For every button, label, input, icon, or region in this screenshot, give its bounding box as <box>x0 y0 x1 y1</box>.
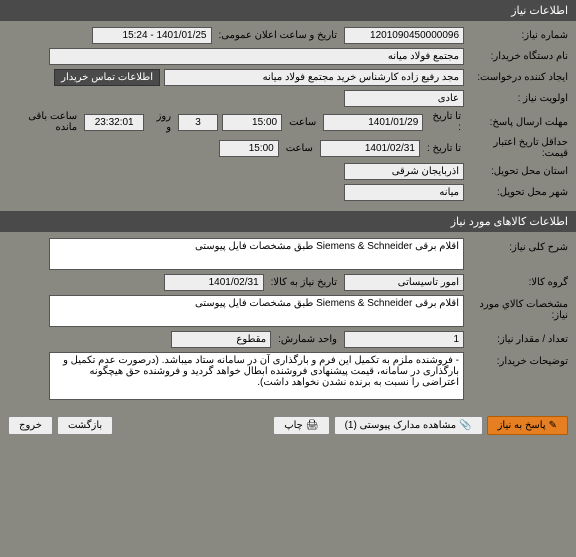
label-buyer-notes: توضیحات خریدار: <box>468 352 568 367</box>
print-button[interactable]: 🖨 چاپ <box>273 416 329 435</box>
title-bar: اطلاعات نیاز <box>0 0 576 21</box>
print-label: چاپ <box>284 420 303 431</box>
respond-label: پاسخ به نیاز <box>498 420 546 431</box>
contact-button[interactable]: اطلاعات تماس خریدار <box>54 69 160 86</box>
goods-group-field <box>344 274 464 291</box>
pencil-icon: ✎ <box>549 420 557 431</box>
label-until-date-2: تا تاریخ : <box>424 143 464 154</box>
label-need-date: تاریخ نیاز به کالا: <box>268 277 340 288</box>
label-buyer: نام دستگاه خریدار: <box>468 51 568 62</box>
goods-info-section: شرح کلی نیاز: گروه کالا: تاریخ نیاز به ک… <box>0 232 576 410</box>
label-qty: تعداد / مقدار نیاز: <box>468 334 568 345</box>
goods-section-header: اطلاعات کالاهای مورد نیاز <box>0 211 576 232</box>
goods-spec-field <box>49 295 464 327</box>
label-time-1: ساعت <box>286 117 319 128</box>
label-province: استان محل تحویل: <box>468 166 568 177</box>
print-icon: 🖨 <box>306 420 319 431</box>
resp-date-field <box>323 114 423 131</box>
need-info-section: شماره نیاز: تاریخ و ساعت اعلان عمومی: نا… <box>0 21 576 211</box>
general-desc-field <box>49 238 464 270</box>
resp-time-field <box>222 114 282 131</box>
title-text: اطلاعات نیاز <box>511 5 568 17</box>
label-until-date-1: تا تاریخ : <box>427 111 464 133</box>
qty-field <box>344 331 464 348</box>
label-time-2: ساعت <box>283 143 316 154</box>
label-city: شهر محل تحویل: <box>468 187 568 198</box>
attachments-label: مشاهده مدارک پیوستی (1) <box>345 420 457 431</box>
province-field <box>344 163 464 180</box>
label-announce-date: تاریخ و ساعت اعلان عمومی: <box>216 30 341 41</box>
city-field <box>344 184 464 201</box>
respond-button[interactable]: ✎ پاسخ به نیاز <box>487 416 568 435</box>
validity-time-field <box>219 140 279 157</box>
exit-button[interactable]: خروج <box>8 416 53 435</box>
announce-date-field <box>92 27 212 44</box>
goods-title-text: اطلاعات کالاهای مورد نیاز <box>451 216 568 228</box>
requester-field <box>164 69 464 86</box>
exit-label: خروج <box>19 420 42 431</box>
label-validity: حداقل تاریخ اعتبار قیمت: <box>468 137 568 159</box>
need-no-field <box>344 27 464 44</box>
buyer-notes-field <box>49 352 464 400</box>
label-day-and: روز و <box>148 111 174 133</box>
label-need-no: شماره نیاز: <box>468 30 568 41</box>
unit-field <box>171 331 271 348</box>
buyer-field <box>49 48 464 65</box>
need-date-field <box>164 274 264 291</box>
remain-days-field <box>178 114 218 131</box>
attachment-icon: 📎 <box>459 420 471 431</box>
label-priority: اولویت نیاز : <box>468 93 568 104</box>
label-response-deadline: مهلت ارسال پاسخ: <box>468 117 568 128</box>
label-goods-group: گروه کالا: <box>468 277 568 288</box>
action-bar: ✎ پاسخ به نیاز 📎 مشاهده مدارک پیوستی (1)… <box>0 410 576 441</box>
back-button[interactable]: بازگشت <box>57 416 113 435</box>
remain-time-field <box>84 114 144 131</box>
attachments-button[interactable]: 📎 مشاهده مدارک پیوستی (1) <box>334 416 483 435</box>
priority-field <box>344 90 464 107</box>
label-general-desc: شرح کلی نیاز: <box>468 238 568 253</box>
label-unit: واحد شمارش: <box>275 334 340 345</box>
label-goods-spec: مشخصات كالاي مورد نياز: <box>468 295 568 321</box>
label-requester: ایجاد کننده درخواست: <box>468 72 568 83</box>
back-label: بازگشت <box>68 420 102 431</box>
validity-date-field <box>320 140 420 157</box>
label-remaining: ساعت باقی مانده <box>8 111 80 133</box>
